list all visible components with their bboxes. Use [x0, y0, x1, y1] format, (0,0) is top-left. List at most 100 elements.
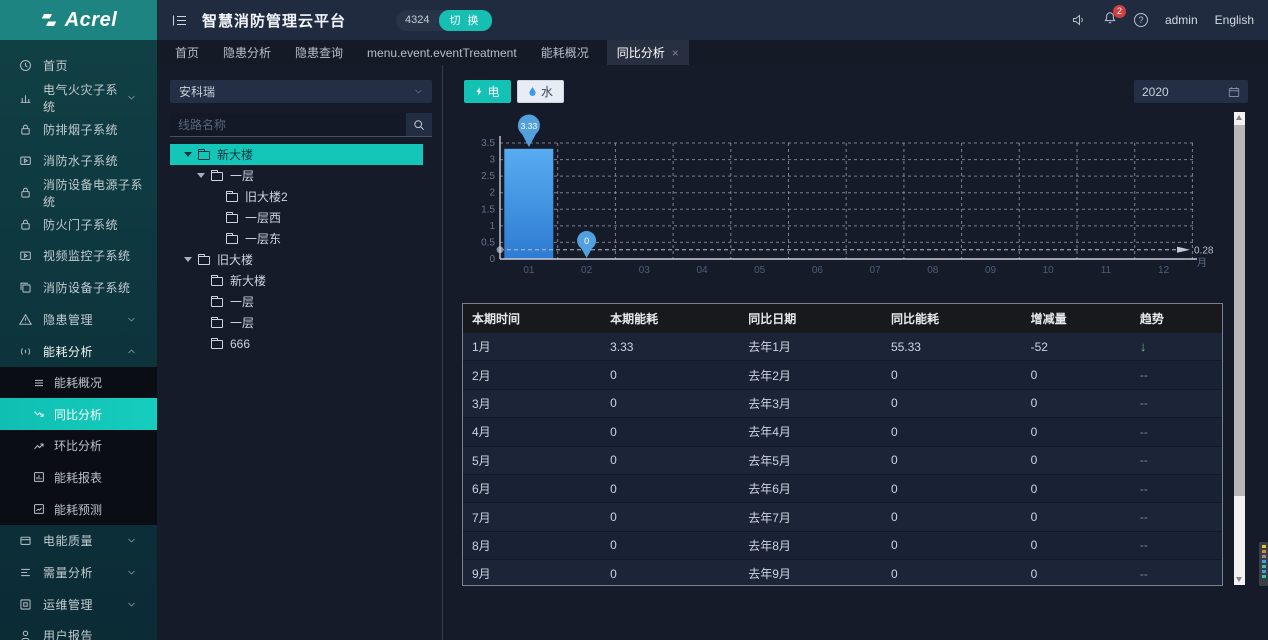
scroll-down-arrow[interactable]: [1236, 577, 1242, 582]
tree-node[interactable]: 一层东: [170, 228, 423, 249]
sidebar-item-operations-management[interactable]: 运维管理: [0, 588, 157, 620]
help-icon[interactable]: ?: [1134, 13, 1148, 27]
signal-waves-icon: [19, 345, 32, 358]
tree-node[interactable]: 一层西: [170, 207, 423, 228]
sidebar-item-demand-analysis[interactable]: 需量分析: [0, 557, 157, 589]
close-tab-icon[interactable]: ×: [672, 46, 679, 60]
tab-event-treatment[interactable]: menu.event.eventTreatment: [361, 40, 523, 65]
svg-text:1.5: 1.5: [481, 204, 495, 215]
caret-expanded-icon[interactable]: [197, 173, 205, 178]
tree-node[interactable]: 旧大楼: [170, 249, 423, 270]
tab-hazard-query[interactable]: 隐患查询: [289, 40, 349, 65]
year-picker-value: 2020: [1142, 85, 1169, 99]
table-row[interactable]: 8月0去年8月00--: [463, 532, 1222, 560]
station-count-badge: 4324: [396, 14, 438, 26]
tree-node[interactable]: 666: [170, 333, 423, 354]
water-toggle-button[interactable]: 水: [517, 80, 564, 103]
sidebar-item-power-quality[interactable]: 电能质量: [0, 525, 157, 557]
table-row[interactable]: 4月0去年4月00--: [463, 418, 1222, 446]
sidebar-item-label: 防火门子系统: [43, 216, 118, 233]
sidebar-item-hazard-management[interactable]: 隐患管理: [0, 304, 157, 336]
folder-icon: [211, 172, 223, 181]
data-balloon-feb[interactable]: 0: [577, 231, 596, 258]
sidebar-item-video-monitoring-subsystem[interactable]: 视频监控子系统: [0, 240, 157, 272]
electric-toggle-button[interactable]: 电: [464, 80, 511, 103]
forecast-chart-icon: [33, 503, 45, 515]
tab-hazard-analysis[interactable]: 隐患分析: [217, 40, 277, 65]
station-dropdown-value: 安科瑞: [179, 83, 215, 100]
warning-triangle-icon: [19, 313, 32, 326]
sidebar-item-home[interactable]: 首页: [0, 50, 157, 82]
copy-icon: [19, 281, 32, 294]
table-header-row: 本期时间 本期能耗 同比日期 同比能耗 增减量 趋势: [463, 304, 1222, 333]
line-search-input[interactable]: [170, 113, 406, 137]
content-scrollbar[interactable]: [1234, 112, 1245, 585]
tree-node[interactable]: 新大楼: [170, 144, 423, 165]
tree-node[interactable]: 一层: [170, 312, 423, 333]
chevron-down-icon: [127, 600, 136, 609]
sidebar-item-energy-report[interactable]: 能耗报表: [0, 462, 157, 494]
sidebar-item-energy-analysis[interactable]: 能耗分析: [0, 335, 157, 367]
table-row[interactable]: 5月0去年5月00--: [463, 447, 1222, 475]
tree-node[interactable]: 一层: [170, 291, 423, 312]
notifications[interactable]: 2: [1103, 11, 1117, 30]
x-axis-labels: 0102 0304 0506 0708 0910 1112: [523, 265, 1169, 276]
table-row[interactable]: 2月0去年2月00--: [463, 361, 1222, 389]
battery-icon: [19, 534, 32, 547]
tab-yoy-analysis[interactable]: 同比分析 ×: [607, 40, 689, 65]
year-picker[interactable]: 2020: [1134, 80, 1248, 103]
scrollbar-thumb[interactable]: [1234, 125, 1245, 496]
collapse-menu-icon[interactable]: [172, 14, 187, 27]
caret-expanded-icon[interactable]: [184, 152, 192, 157]
lock-icon: [19, 218, 32, 231]
line-tree: 新大楼 一层 旧大楼2 一层西 一层东 旧大楼 新大楼 一层 一层 666: [170, 144, 423, 354]
sidebar-item-electrical-fire-subsystem[interactable]: 电气火灾子系统: [0, 82, 157, 114]
user-menu[interactable]: admin: [1165, 13, 1198, 27]
sidebar-item-label: 能耗分析: [43, 343, 93, 360]
language-switcher[interactable]: English: [1215, 13, 1254, 27]
tab-home[interactable]: 首页: [169, 40, 205, 65]
sidebar-item-fire-water-subsystem[interactable]: 消防水子系统: [0, 145, 157, 177]
sidebar-item-fire-door-subsystem[interactable]: 防火门子系统: [0, 208, 157, 240]
sidebar-item-energy-forecast[interactable]: 能耗预测: [0, 493, 157, 525]
tree-node[interactable]: 旧大楼2: [170, 186, 423, 207]
sidebar-item-yoy-analysis[interactable]: 同比分析: [0, 398, 157, 430]
svg-text:0: 0: [489, 254, 495, 265]
chevron-down-icon: [127, 315, 136, 324]
folder-icon: [211, 298, 223, 307]
sidebar-item-label: 电能质量: [43, 532, 93, 549]
sidebar-item-fire-equipment-power-subsystem[interactable]: 消防设备电源子系统: [0, 177, 157, 209]
topbar: 智慧消防管理云平台 4324 切 换 2 ? admin English: [157, 0, 1268, 40]
svg-text:3.33: 3.33: [521, 121, 538, 131]
bar-month-01[interactable]: [504, 149, 553, 259]
table-row[interactable]: 6月0去年6月00--: [463, 475, 1222, 503]
announcement-icon[interactable]: [1072, 13, 1086, 27]
tree-node[interactable]: 一层: [170, 165, 423, 186]
average-line: 0.28: [497, 246, 1214, 257]
chevron-down-icon: [414, 87, 423, 96]
table-row[interactable]: 1月3.33去年1月55.33-52↓: [463, 333, 1222, 361]
table-row[interactable]: 7月0去年7月00--: [463, 503, 1222, 531]
x-axis-unit: 月: [1197, 257, 1207, 269]
switch-station-button[interactable]: 切 换: [439, 10, 492, 31]
sidebar-item-fire-equipment-subsystem[interactable]: 消防设备子系统: [0, 272, 157, 304]
table-row[interactable]: 9月0去年9月00--: [463, 560, 1222, 586]
tree-node[interactable]: 新大楼: [170, 270, 423, 291]
svg-text:07: 07: [870, 265, 882, 276]
svg-text:08: 08: [927, 265, 939, 276]
data-balloon-jan[interactable]: 3.33: [518, 115, 540, 148]
sidebar-item-smoke-control-subsystem[interactable]: 防排烟子系统: [0, 113, 157, 145]
sidebar-item-mom-analysis[interactable]: 环比分析: [0, 430, 157, 462]
caret-expanded-icon[interactable]: [184, 257, 192, 262]
svg-text:01: 01: [523, 265, 535, 276]
scroll-up-arrow[interactable]: [1236, 115, 1242, 120]
svg-text:2: 2: [489, 188, 495, 199]
tab-energy-overview[interactable]: 能耗概况: [535, 40, 595, 65]
sidebar-item-energy-overview[interactable]: 能耗概况: [0, 367, 157, 399]
sidebar-item-user-report[interactable]: 用户报告: [0, 620, 157, 640]
search-button[interactable]: [406, 113, 432, 137]
table-row[interactable]: 3月0去年3月00--: [463, 390, 1222, 418]
station-dropdown[interactable]: 安科瑞: [170, 80, 432, 103]
chevron-down-icon: [127, 93, 136, 102]
svg-text:2.5: 2.5: [481, 171, 495, 182]
